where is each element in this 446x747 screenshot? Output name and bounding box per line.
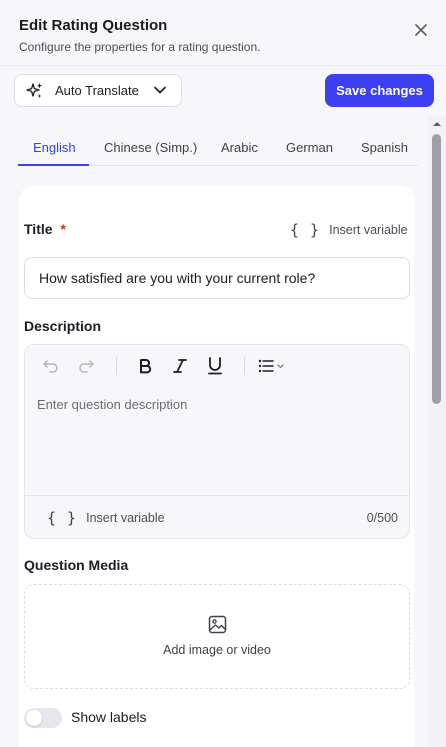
character-counter: 0/500 <box>366 511 398 525</box>
editor-footer: { } Insert variable 0/500 <box>25 495 409 538</box>
tab-english[interactable]: English <box>33 130 76 166</box>
toolbar-divider <box>244 357 245 375</box>
image-icon <box>208 615 227 634</box>
title-label: Title * <box>24 221 66 237</box>
bold-button[interactable] <box>135 356 155 376</box>
redo-icon <box>79 360 94 373</box>
list-dropdown-button[interactable] <box>257 356 289 376</box>
list-icon <box>258 359 284 373</box>
question-media-label: Question Media <box>24 557 129 573</box>
show-labels-label: Show labels <box>71 709 147 725</box>
close-button[interactable] <box>410 19 432 41</box>
redo-button[interactable] <box>76 356 96 376</box>
description-placeholder: Enter question description <box>37 397 188 412</box>
auto-translate-label: Auto Translate <box>55 83 139 98</box>
title-label-text: Title <box>24 221 53 237</box>
bold-icon <box>140 359 152 374</box>
underline-icon <box>208 357 222 375</box>
italic-button[interactable] <box>170 356 190 376</box>
scroll-up-arrow-icon[interactable] <box>431 119 443 129</box>
close-icon <box>415 24 427 36</box>
tab-arabic[interactable]: Arabic <box>221 130 258 166</box>
italic-icon <box>173 359 187 373</box>
active-tab-indicator <box>18 164 89 166</box>
sparkles-icon <box>26 82 43 98</box>
undo-button[interactable] <box>41 356 61 376</box>
braces-icon: { } <box>290 221 321 239</box>
insert-variable-label: Insert variable <box>329 223 408 237</box>
title-insert-variable-button[interactable]: { } Insert variable <box>290 221 408 239</box>
editor-toolbar <box>25 345 409 385</box>
title-input[interactable]: How satisfied are you with your current … <box>24 257 410 299</box>
underline-button[interactable] <box>205 356 225 376</box>
description-label: Description <box>24 318 102 334</box>
language-tabs: English Chinese (Simp.) Arabic German Sp… <box>18 130 418 166</box>
required-mark: * <box>60 221 66 237</box>
undo-icon <box>43 360 58 373</box>
insert-variable-label: Insert variable <box>86 511 165 525</box>
tab-chinese-simplified[interactable]: Chinese (Simp.) <box>104 130 197 166</box>
add-media-label: Add image or video <box>163 643 271 657</box>
toggle-knob <box>26 710 42 726</box>
panel-title: Edit Rating Question <box>19 17 168 34</box>
save-changes-button[interactable]: Save changes <box>325 74 434 107</box>
chevron-down-icon <box>154 86 166 94</box>
panel-subtitle: Configure the properties for a rating qu… <box>19 40 261 54</box>
add-media-dropzone[interactable]: Add image or video <box>24 584 410 689</box>
tab-spanish[interactable]: Spanish <box>361 130 408 166</box>
description-editor[interactable]: Enter question description { } Insert va… <box>24 344 410 539</box>
description-insert-variable-button[interactable]: { } Insert variable <box>47 509 165 527</box>
auto-translate-button[interactable]: Auto Translate <box>14 74 182 107</box>
show-labels-toggle[interactable] <box>24 708 62 728</box>
braces-icon: { } <box>47 509 78 527</box>
toolbar-divider <box>116 357 117 375</box>
tab-german[interactable]: German <box>286 130 333 166</box>
scrollbar-thumb[interactable] <box>432 134 441 404</box>
